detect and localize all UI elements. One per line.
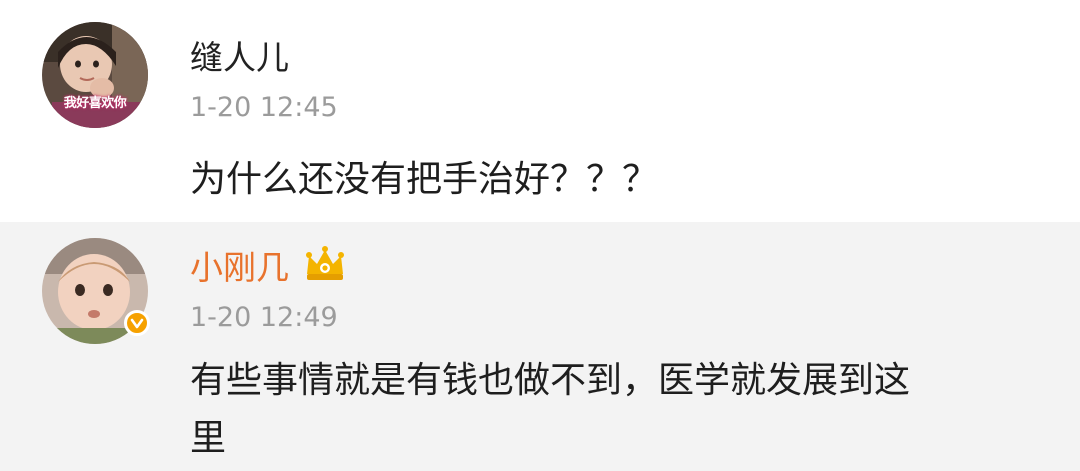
verified-icon (124, 310, 150, 336)
comment-item: 小刚几 1-20 12:49 有些事情就是有钱也做不到，医学就发展到这 里 (0, 222, 1080, 471)
timestamp: 1-20 12:49 (190, 302, 338, 333)
comment-text: 有些事情就是有钱也做不到，医学就发展到这 里 (190, 352, 910, 468)
avatar[interactable]: 我好喜欢你 (42, 22, 148, 128)
timestamp: 1-20 12:45 (190, 92, 338, 123)
avatar-image (42, 22, 148, 128)
comment-text: 为什么还没有把手治好？？？ (190, 159, 659, 200)
comment-text-line: 有些事情就是有钱也做不到，医学就发展到这 (190, 360, 911, 401)
username[interactable]: 小刚几 (190, 248, 289, 288)
username[interactable]: 缝人儿 (190, 38, 289, 78)
avatar-caption: 我好喜欢你 (63, 96, 127, 111)
comment-text-line: 里 (190, 418, 227, 459)
comment-item: 我好喜欢你 缝人儿 1-20 12:45 为什么还没有把手治好？？？ (0, 0, 1080, 222)
crown-icon[interactable] (303, 244, 347, 284)
